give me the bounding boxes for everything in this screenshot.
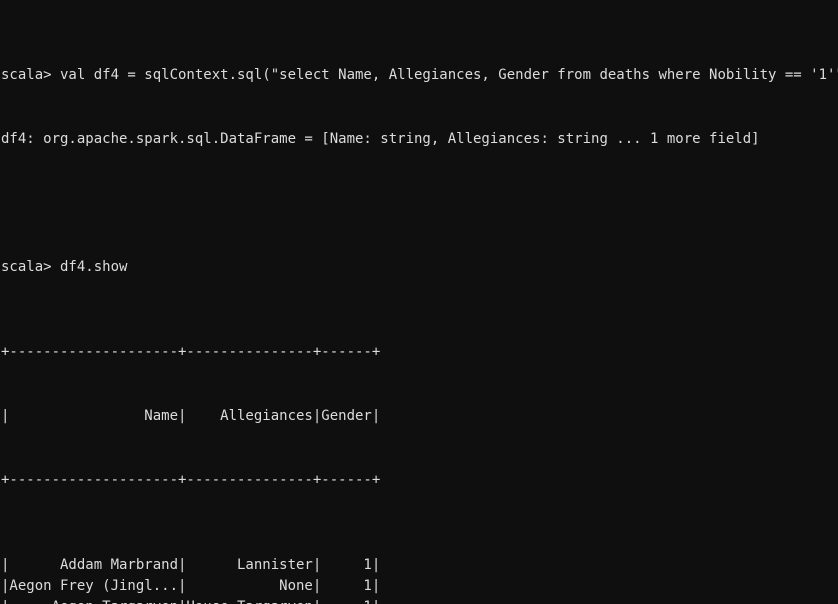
table-separator-mid: +--------------------+---------------+--… — [1, 471, 381, 488]
table-row: |Aegon Frey (Jingl...| None| 1| — [1, 578, 381, 595]
command-line-2: scala> df4.show — [1, 258, 128, 275]
table-body: | Addam Marbrand| Lannister| 1| |Aegon Fr… — [1, 555, 838, 604]
table-row: | Addam Marbrand| Lannister| 1| — [1, 556, 381, 573]
table-row: | Aegon Targaryen|House Targaryen| 1| — [1, 597, 838, 604]
command-line-1: scala> val df4 = sqlContext.sql("select … — [1, 66, 838, 83]
table-separator-top: +--------------------+---------------+--… — [1, 343, 381, 360]
result-line-1: df4: org.apache.spark.sql.DataFrame = [N… — [1, 130, 760, 147]
table-header-row: | Name| Allegiances|Gender| — [1, 407, 381, 424]
terminal-window[interactable]: scala> val df4 = sqlContext.sql("select … — [0, 0, 838, 604]
